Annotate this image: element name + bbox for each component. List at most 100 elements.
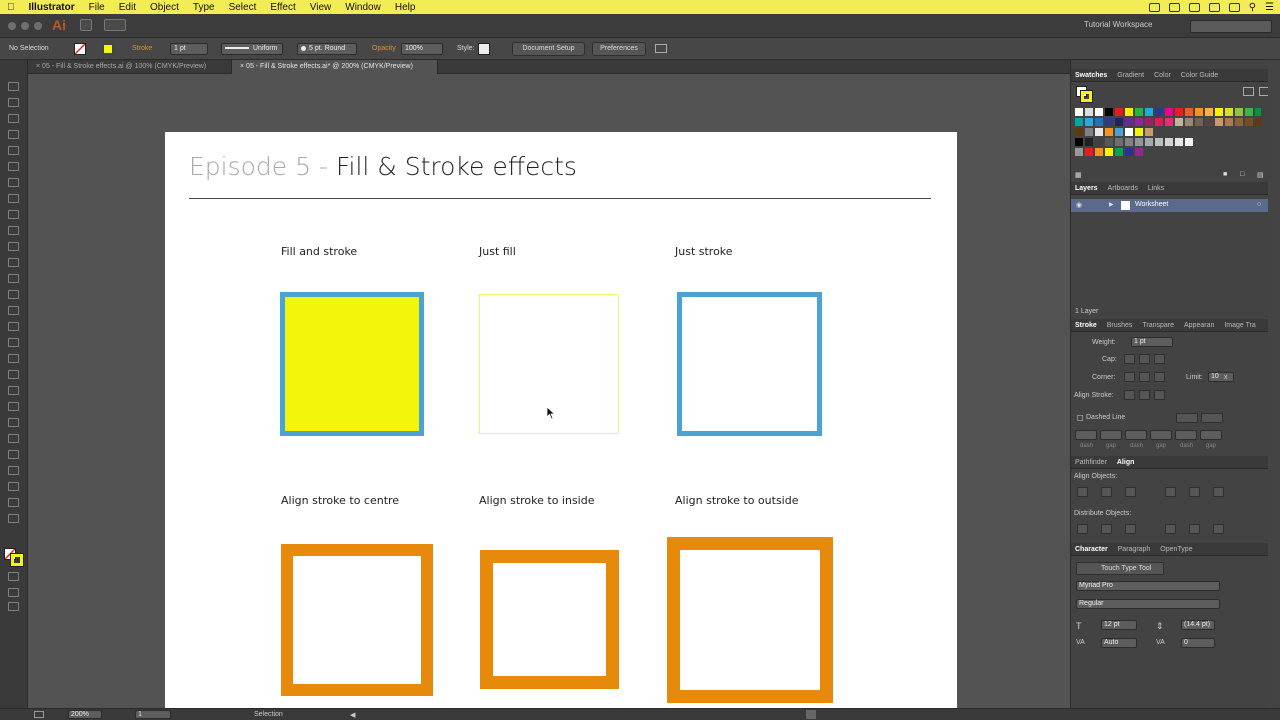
align-horizontal-center-icon[interactable] [1101, 487, 1112, 497]
zoom-window-button[interactable] [34, 22, 42, 30]
bridge-icon[interactable] [80, 19, 92, 31]
fill-and-stroke-square[interactable] [280, 292, 424, 436]
gap-field[interactable] [1100, 430, 1122, 440]
dash-field[interactable] [1075, 430, 1097, 440]
tab-layers[interactable]: Layers [1075, 185, 1098, 192]
line-tool-icon[interactable] [8, 178, 19, 187]
tab-image-trace[interactable]: Image Tra [1224, 322, 1256, 329]
dashed-line-checkbox[interactable] [1077, 415, 1083, 421]
zoom-tool-icon[interactable] [8, 514, 19, 523]
menu-view[interactable]: View [303, 2, 339, 13]
direct-selection-tool-icon[interactable] [8, 98, 19, 107]
expand-arrow-icon[interactable]: ▶ [1109, 201, 1114, 208]
align-center-button[interactable] [1124, 390, 1135, 400]
align-inside-square[interactable] [480, 550, 619, 689]
tab-appearance[interactable]: Appearan [1184, 322, 1214, 329]
tab-brushes[interactable]: Brushes [1107, 322, 1133, 329]
align-vertical-center-icon[interactable] [1189, 487, 1200, 497]
align-left-icon[interactable] [1077, 487, 1088, 497]
just-stroke-square[interactable] [677, 292, 822, 436]
stroke-weight-field[interactable]: 1 pt [170, 43, 208, 55]
blend-tool-icon[interactable] [8, 418, 19, 427]
column-graph-tool-icon[interactable] [8, 450, 19, 459]
document-tab-1[interactable]: × 05 - Fill & Stroke effects.ai @ 100% (… [28, 60, 232, 74]
limit-field[interactable]: 10 [1208, 372, 1234, 382]
tab-character[interactable]: Character [1075, 546, 1108, 553]
selection-tool-icon[interactable] [8, 82, 19, 91]
document-tab-2[interactable]: × 05 - Fill & Stroke effects.ai* @ 200% … [232, 60, 438, 74]
scale-tool-icon[interactable] [8, 290, 19, 299]
screen-mode-icon[interactable] [8, 602, 19, 611]
tab-align[interactable]: Align [1117, 459, 1135, 466]
gap-field[interactable] [1200, 430, 1222, 440]
perspective-grid-tool-icon[interactable] [8, 354, 19, 363]
dash-field[interactable] [1175, 430, 1197, 440]
kerning-field[interactable]: Auto [1101, 638, 1137, 648]
rectangle-tool-icon[interactable] [8, 194, 19, 203]
font-style-field[interactable]: Regular [1076, 599, 1220, 609]
list-view-icon[interactable] [1243, 87, 1254, 96]
leading-field[interactable]: (14.4 pt) [1181, 620, 1215, 630]
round-join-button[interactable] [1139, 372, 1150, 382]
round-cap-button[interactable] [1139, 354, 1150, 364]
pen-tool-icon[interactable] [8, 146, 19, 155]
tab-close-icon[interactable]: × [36, 63, 40, 70]
distribute-horizontal-center-icon[interactable] [1189, 524, 1200, 534]
distribute-right-icon[interactable] [1213, 524, 1224, 534]
minimize-window-button[interactable] [21, 22, 29, 30]
menu-edit[interactable]: Edit [112, 2, 143, 13]
font-size-field[interactable]: 12 pt [1101, 620, 1137, 630]
pencil-tool-icon[interactable] [8, 226, 19, 235]
touch-type-tool-button[interactable]: Touch Type Tool [1076, 562, 1164, 575]
apple-icon[interactable]:  [0, 2, 22, 13]
magic-wand-tool-icon[interactable] [8, 114, 19, 123]
shape-builder-tool-icon[interactable] [8, 338, 19, 347]
tab-paragraph[interactable]: Paragraph [1118, 546, 1151, 553]
free-transform-tool-icon[interactable] [8, 322, 19, 331]
menu-file[interactable]: File [82, 2, 112, 13]
brush-definition[interactable]: 5 pt. Round [297, 43, 357, 55]
new-swatch-group-icon[interactable]: ■ [1223, 171, 1227, 178]
tab-color-guide[interactable]: Color Guide [1181, 72, 1218, 79]
notification-icon[interactable]: ☰ [1265, 2, 1274, 13]
panel-stroke-swatch[interactable] [1080, 90, 1093, 103]
menu-help[interactable]: Help [388, 2, 423, 13]
stroke-color-swatch[interactable] [102, 43, 114, 55]
swatch-grid[interactable] [1075, 108, 1261, 160]
color-mode-icon[interactable] [8, 572, 19, 581]
panel-scrollbar[interactable] [1268, 60, 1280, 708]
opacity-field[interactable]: 100% [401, 43, 443, 55]
slice-tool-icon[interactable] [8, 482, 19, 491]
eraser-tool-icon[interactable] [8, 258, 19, 267]
new-swatch-icon[interactable]: □ [1240, 171, 1244, 178]
distribute-vertical-center-icon[interactable] [1101, 524, 1112, 534]
weight-field[interactable]: 1 pt [1131, 337, 1173, 347]
align-inside-button[interactable] [1139, 390, 1150, 400]
distribute-bottom-icon[interactable] [1125, 524, 1136, 534]
tab-pathfinder[interactable]: Pathfinder [1075, 459, 1107, 466]
document-setup-button[interactable]: Document Setup [512, 42, 585, 56]
swatch-libraries-icon[interactable]: ▦ [1075, 171, 1082, 179]
menu-select[interactable]: Select [222, 2, 264, 13]
tab-swatches[interactable]: Swatches [1075, 72, 1107, 79]
symbol-sprayer-tool-icon[interactable] [8, 434, 19, 443]
align-centre-square[interactable] [281, 544, 433, 696]
menu-window[interactable]: Window [338, 2, 388, 13]
distribute-left-icon[interactable] [1165, 524, 1176, 534]
tab-gradient[interactable]: Gradient [1117, 72, 1144, 79]
clock-icon[interactable] [1228, 2, 1240, 12]
artboard-tool-icon[interactable] [8, 466, 19, 475]
stroke-label[interactable]: Stroke [132, 45, 152, 52]
menu-type[interactable]: Type [186, 2, 222, 13]
rotate-tool-icon[interactable] [8, 274, 19, 283]
workspace-switcher[interactable]: Tutorial Workspace [1084, 20, 1152, 29]
horizontal-scroll-thumb[interactable] [806, 710, 816, 719]
align-outside-button[interactable] [1154, 390, 1165, 400]
align-dash-button[interactable] [1201, 413, 1223, 423]
align-outside-square[interactable] [667, 537, 833, 703]
artboard[interactable]: Episode 5 - Fill & Stroke effects Fill a… [165, 132, 957, 708]
layer-name[interactable]: Worksheet [1135, 201, 1168, 208]
gap-field[interactable] [1150, 430, 1172, 440]
scroll-left-icon[interactable]: ◀ [350, 711, 355, 719]
menu-object[interactable]: Object [143, 2, 186, 13]
